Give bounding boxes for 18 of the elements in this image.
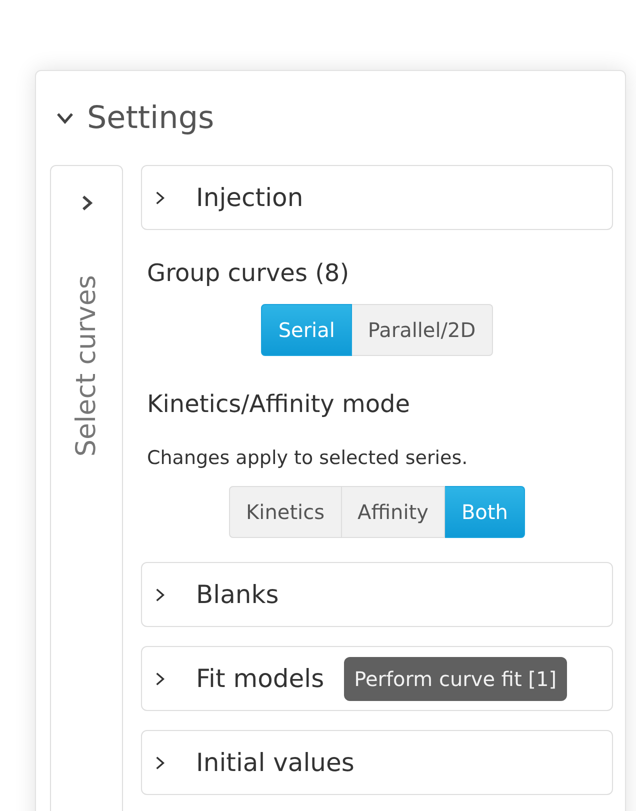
setting-label: Group curves (8) [147, 258, 350, 289]
setting-label: Kinetics/Affinity mode [147, 389, 412, 420]
section-header[interactable]: Blanks [141, 562, 613, 627]
section-header[interactable]: Fit models Perform curve fit [1] [141, 646, 613, 711]
note-text: Changes apply to selected series. [147, 446, 469, 471]
section-title: Initial values [196, 748, 354, 777]
section-title: Blanks [196, 580, 279, 609]
side-tab-label: Select curves [71, 275, 102, 457]
segment-option[interactable]: Parallel/2D [352, 304, 493, 356]
segment-option[interactable]: Affinity [342, 486, 446, 538]
side-tab[interactable]: Select curves [50, 165, 123, 811]
curve-fit-button[interactable]: Perform curve fit [1] [344, 656, 567, 700]
panel-title[interactable]: Settings [87, 100, 214, 136]
section-header[interactable]: Injection [141, 165, 613, 230]
section-title: Injection [196, 183, 304, 212]
section-title: Fit models [196, 664, 324, 693]
section-header[interactable]: Initial values [141, 730, 613, 795]
segment-option[interactable]: Kinetics [229, 486, 342, 538]
